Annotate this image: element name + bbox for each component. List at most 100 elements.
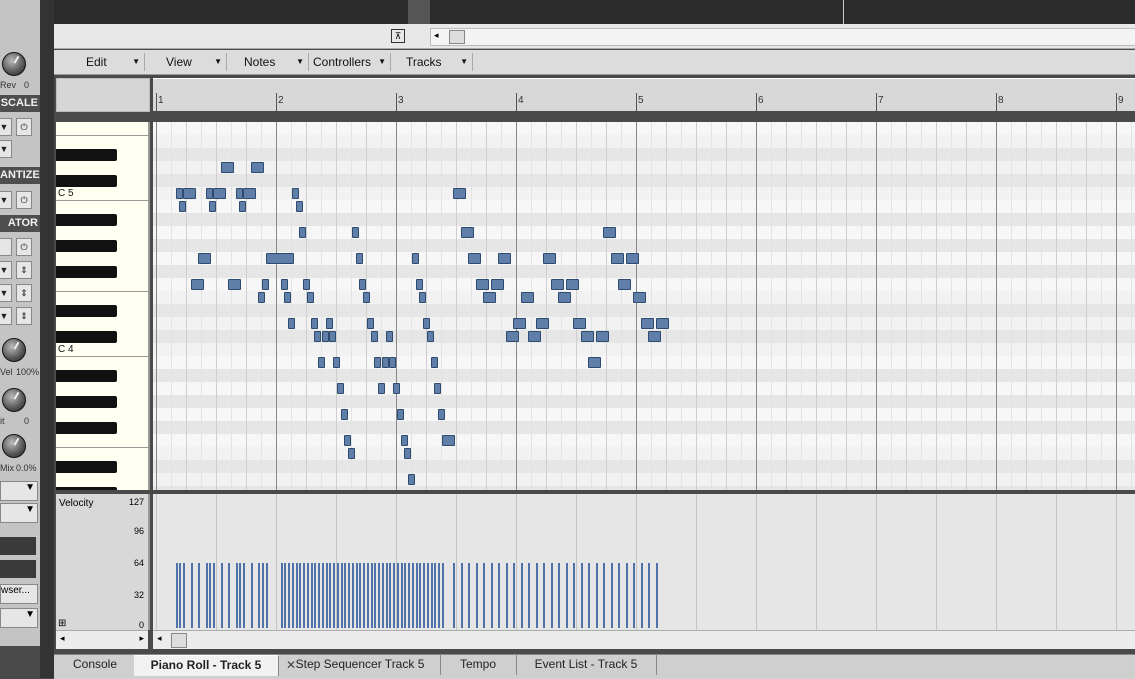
- midi-note[interactable]: [348, 448, 355, 459]
- black-key[interactable]: [56, 487, 117, 490]
- velocity-bar[interactable]: [205, 563, 208, 628]
- midi-note[interactable]: [205, 188, 213, 199]
- scroll-thumb[interactable]: [171, 633, 187, 648]
- black-key[interactable]: [56, 266, 117, 278]
- scale-dropdown[interactable]: ▼: [0, 118, 12, 136]
- velocity-lane[interactable]: [153, 494, 1135, 630]
- velocity-bar[interactable]: [423, 563, 425, 628]
- piano-keyboard[interactable]: C 5 C 4: [56, 122, 150, 490]
- black-key[interactable]: [56, 240, 117, 252]
- black-key[interactable]: [56, 422, 117, 434]
- velocity-bar[interactable]: [325, 563, 328, 628]
- velocity-bar[interactable]: [453, 563, 455, 628]
- midi-note[interactable]: [404, 448, 412, 459]
- note-grid[interactable]: [153, 122, 1135, 490]
- midi-note[interactable]: [318, 357, 325, 368]
- velocity-bar[interactable]: [426, 563, 429, 628]
- velocity-bar[interactable]: [280, 563, 283, 628]
- velocity-bar[interactable]: [363, 563, 365, 628]
- velocity-bar[interactable]: [408, 563, 410, 628]
- velocity-bar[interactable]: [265, 563, 268, 628]
- velocity-bar[interactable]: [434, 563, 437, 628]
- midi-note[interactable]: [228, 279, 241, 290]
- midi-note[interactable]: [374, 357, 382, 368]
- midi-note[interactable]: [610, 253, 624, 264]
- velocity-bar[interactable]: [603, 563, 605, 628]
- midi-note[interactable]: [423, 318, 430, 329]
- midi-note[interactable]: [370, 331, 378, 342]
- velocity-bar[interactable]: [393, 563, 395, 628]
- midi-note[interactable]: [655, 318, 669, 329]
- velocity-bar[interactable]: [490, 563, 493, 628]
- velocity-bar[interactable]: [535, 563, 538, 628]
- midi-note[interactable]: [640, 318, 654, 329]
- velocity-bar[interactable]: [588, 563, 590, 628]
- black-key[interactable]: [56, 149, 117, 161]
- midi-note[interactable]: [378, 383, 385, 394]
- midi-note[interactable]: [261, 279, 269, 290]
- velocity-bar[interactable]: [348, 563, 350, 628]
- velocity-bar[interactable]: [340, 563, 343, 628]
- midi-note[interactable]: [213, 188, 226, 199]
- midi-note[interactable]: [258, 292, 265, 303]
- velocity-bar[interactable]: [355, 563, 358, 628]
- velocity-bar[interactable]: [220, 563, 223, 628]
- velocity-bar[interactable]: [228, 563, 230, 628]
- velocity-bar[interactable]: [250, 563, 253, 628]
- velocity-bar[interactable]: [183, 563, 185, 628]
- midi-note[interactable]: [179, 201, 187, 212]
- velocity-bar[interactable]: [460, 563, 463, 628]
- midi-note[interactable]: [595, 331, 609, 342]
- midi-note[interactable]: [389, 357, 397, 368]
- velocity-bar[interactable]: [258, 563, 260, 628]
- velocity-bar[interactable]: [640, 563, 643, 628]
- midi-note[interactable]: [265, 253, 294, 264]
- midi-note[interactable]: [351, 227, 359, 238]
- midi-note[interactable]: [299, 227, 307, 238]
- velocity-bar[interactable]: [190, 563, 193, 628]
- black-key[interactable]: [56, 461, 117, 473]
- midi-note[interactable]: [505, 331, 519, 342]
- velocity-bar[interactable]: [625, 563, 628, 628]
- velocity-bar[interactable]: [288, 563, 290, 628]
- velocity-bar[interactable]: [333, 563, 335, 628]
- velocity-bar[interactable]: [385, 563, 388, 628]
- generator-dropdown-3[interactable]: ▼: [0, 307, 12, 325]
- velocity-bar[interactable]: [513, 563, 515, 628]
- quantize-dropdown[interactable]: ▼: [0, 191, 12, 209]
- vel-knob[interactable]: [2, 338, 26, 362]
- velocity-bar[interactable]: [400, 563, 403, 628]
- midi-note[interactable]: [243, 188, 256, 199]
- midi-note[interactable]: [535, 318, 549, 329]
- slot-1[interactable]: [0, 537, 36, 555]
- scroll-left-icon[interactable]: ◂: [157, 633, 162, 644]
- expand-icon[interactable]: ⊞: [58, 618, 66, 629]
- velocity-bar[interactable]: [565, 563, 568, 628]
- midi-note[interactable]: [175, 188, 183, 199]
- midi-note[interactable]: [513, 318, 526, 329]
- menu-view[interactable]: View ▼: [146, 53, 227, 71]
- velocity-bar[interactable]: [239, 563, 242, 628]
- slot-2[interactable]: [0, 560, 36, 578]
- generator-dropdown-1[interactable]: ▼: [0, 261, 12, 279]
- preset-dropdown-2[interactable]: ▼: [0, 503, 38, 523]
- velocity-bar[interactable]: [396, 563, 399, 628]
- velocity-bar[interactable]: [389, 563, 392, 628]
- midi-note[interactable]: [336, 383, 344, 394]
- velocity-bar[interactable]: [359, 563, 362, 628]
- velocity-bar[interactable]: [374, 563, 377, 628]
- black-key[interactable]: [56, 331, 117, 343]
- midi-note[interactable]: [303, 279, 310, 290]
- midi-note[interactable]: [310, 318, 318, 329]
- stepper-icon[interactable]: ⇕: [16, 307, 32, 325]
- midi-note[interactable]: [625, 253, 639, 264]
- midi-note[interactable]: [460, 227, 474, 238]
- scroll-left-icon[interactable]: ◂: [60, 633, 65, 644]
- velocity-bar[interactable]: [633, 563, 635, 628]
- velocity-bar[interactable]: [520, 563, 523, 628]
- velocity-bar[interactable]: [430, 563, 433, 628]
- midi-note[interactable]: [438, 409, 445, 420]
- preset-dropdown-3[interactable]: ▼: [0, 608, 38, 628]
- velocity-bar[interactable]: [618, 563, 620, 628]
- velocity-bar[interactable]: [404, 563, 407, 628]
